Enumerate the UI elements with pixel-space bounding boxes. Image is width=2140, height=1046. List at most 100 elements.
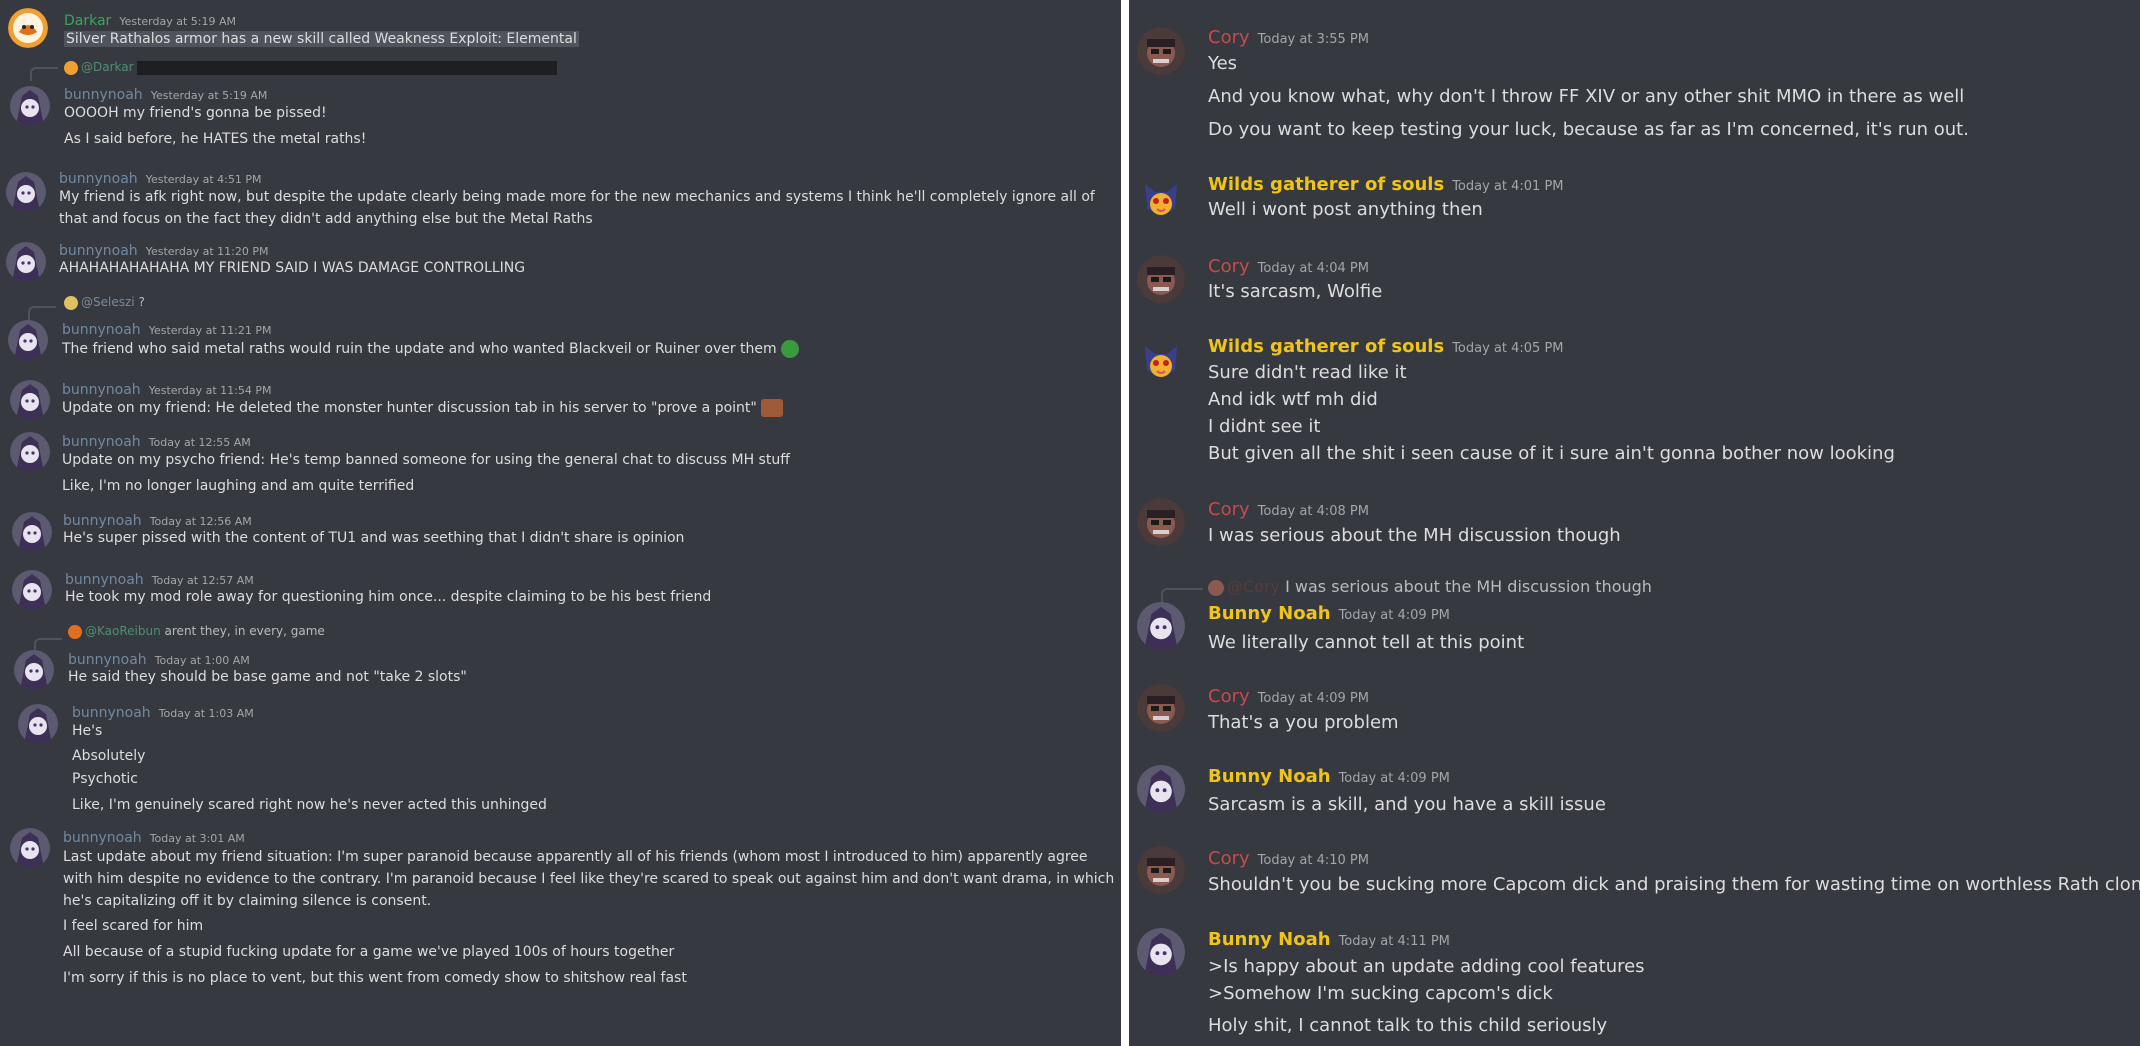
reply-connector: [30, 67, 58, 81]
username[interactable]: Cory: [1208, 256, 1250, 277]
reply-mention[interactable]: @KaoReibun: [85, 624, 161, 638]
username[interactable]: Bunny Noah: [1208, 929, 1331, 950]
username[interactable]: bunnynoah: [62, 434, 141, 450]
username[interactable]: bunnynoah: [65, 572, 144, 588]
username[interactable]: Bunny Noah: [1208, 603, 1331, 624]
message-text: Update on my friend: He deleted the mons…: [62, 399, 784, 417]
timestamp: Today at 4:04 PM: [1257, 261, 1369, 276]
bunnynoah-avatar[interactable]: [6, 242, 46, 282]
wilds-avatar[interactable]: [1137, 174, 1185, 222]
username[interactable]: bunnynoah: [62, 382, 141, 398]
reply-text: I was serious about the MH discussion th…: [1285, 577, 1652, 596]
username[interactable]: bunnynoah: [68, 652, 147, 668]
bunnynoah-avatar[interactable]: [10, 432, 50, 472]
message-text: OOOOH my friend's gonna be pissed!: [64, 105, 327, 121]
darkar-avatar[interactable]: [8, 8, 48, 48]
bunny-noah-avatar[interactable]: [1137, 602, 1185, 650]
timestamp: Today at 1:03 AM: [158, 707, 254, 720]
message-text: Silver Rathalos armor has a new skill ca…: [64, 31, 579, 47]
bunnynoah-avatar[interactable]: [10, 828, 50, 868]
username[interactable]: bunnynoah: [63, 830, 142, 846]
message-text: My friend is afk right now, but despite …: [59, 189, 1095, 227]
laughing-emoji-icon[interactable]: [781, 340, 800, 358]
message-text: Shouldn't you be sucking more Capcom dic…: [1208, 874, 2140, 895]
username[interactable]: bunnynoah: [63, 513, 142, 529]
cory-avatar[interactable]: [1137, 255, 1185, 303]
reply-mention[interactable]: @Darkar: [81, 60, 134, 74]
timestamp: Today at 4:10 PM: [1257, 853, 1369, 868]
message-text: Well i wont post anything then: [1208, 199, 1483, 220]
username[interactable]: bunnynoah: [59, 171, 138, 187]
message-text: As I said before, he HATES the metal rat…: [64, 131, 367, 147]
timestamp: Yesterday at 5:19 AM: [119, 15, 236, 28]
timestamp: Today at 4:11 PM: [1338, 934, 1450, 949]
timestamp: Today at 1:00 AM: [154, 654, 250, 667]
timestamp: Today at 4:01 PM: [1452, 179, 1564, 194]
reply-avatar: [64, 295, 78, 310]
reaction-emoji-icon[interactable]: [761, 399, 784, 417]
message-text: Like, I'm genuinely scared right now he'…: [72, 797, 547, 813]
bunnynoah-avatar[interactable]: [10, 86, 50, 126]
message-text: He took my mod role away for questioning…: [65, 589, 712, 605]
cory-avatar[interactable]: [1137, 846, 1185, 894]
timestamp: Today at 4:09 PM: [1257, 691, 1369, 706]
timestamp: Yesterday at 11:54 PM: [148, 384, 272, 397]
username[interactable]: bunnynoah: [59, 243, 138, 259]
reply-mention[interactable]: @Seleszi: [81, 295, 135, 309]
message-text: Absolutely: [72, 748, 146, 764]
message-text: Like, I'm no longer laughing and am quit…: [62, 478, 415, 494]
username[interactable]: Cory: [1208, 27, 1250, 48]
message-text: And idk wtf mh did: [1208, 389, 1378, 410]
username[interactable]: Cory: [1208, 686, 1250, 707]
username[interactable]: bunnynoah: [62, 322, 141, 338]
timestamp: Today at 3:55 PM: [1257, 32, 1369, 47]
message-text: Sure didn't read like it: [1208, 362, 1407, 383]
reply-avatar: [1208, 579, 1224, 596]
username[interactable]: bunnynoah: [72, 705, 151, 721]
timestamp: Today at 12:56 AM: [149, 515, 252, 528]
reply-text: ?: [138, 295, 145, 309]
reply-avatar: [68, 624, 82, 639]
message-text: I'm sorry if this is no place to vent, b…: [63, 970, 687, 986]
cory-avatar[interactable]: [1137, 684, 1185, 732]
message-text: Update on my psycho friend: He's temp ba…: [62, 452, 790, 468]
message-text: It's sarcasm, Wolfie: [1208, 281, 1383, 302]
timestamp: Today at 4:05 PM: [1452, 341, 1564, 356]
message-text: Holy shit, I cannot talk to this child s…: [1208, 1015, 1608, 1036]
bunny-noah-avatar[interactable]: [1137, 765, 1185, 813]
bunnynoah-avatar[interactable]: [14, 650, 54, 690]
reply-preview[interactable]: @Cory I was serious about the MH discuss…: [1208, 577, 1652, 596]
reply-connector: [28, 306, 56, 320]
message-text: We literally cannot tell at this point: [1208, 632, 1525, 653]
reply-preview[interactable]: @Darkar: [64, 60, 558, 75]
bunnynoah-avatar[interactable]: [12, 570, 52, 610]
message-text: And you know what, why don't I throw FF …: [1208, 86, 1965, 107]
cory-avatar[interactable]: [1137, 498, 1185, 546]
username[interactable]: bunnynoah: [64, 87, 143, 103]
wilds-avatar[interactable]: [1137, 336, 1185, 384]
bunnynoah-avatar[interactable]: [8, 320, 48, 360]
bunnynoah-avatar[interactable]: [18, 704, 58, 744]
reply-preview[interactable]: @Seleszi ?: [64, 295, 145, 310]
reply-mention[interactable]: @Cory: [1227, 577, 1280, 596]
timestamp: Yesterday at 5:19 AM: [150, 89, 268, 102]
message-text: I didnt see it: [1208, 416, 1321, 437]
username[interactable]: Darkar: [64, 13, 111, 29]
bunnynoah-avatar[interactable]: [12, 512, 52, 552]
left-chat-panel: Darkar Yesterday at 5:19 AM Silver Rathal…: [0, 0, 1121, 1046]
username[interactable]: Cory: [1208, 499, 1250, 520]
username[interactable]: Bunny Noah: [1208, 766, 1331, 787]
bunnynoah-avatar[interactable]: [6, 172, 46, 212]
bunnynoah-avatar[interactable]: [10, 380, 50, 420]
username[interactable]: Wilds gatherer of souls: [1208, 336, 1444, 357]
cory-avatar[interactable]: [1137, 27, 1185, 75]
reply-avatar: [64, 60, 78, 75]
username[interactable]: Cory: [1208, 848, 1250, 869]
reply-preview[interactable]: @KaoReibun arent they, in every, game: [68, 624, 325, 639]
message-text: All because of a stupid fucking update f…: [63, 944, 675, 960]
username[interactable]: Wilds gatherer of souls: [1208, 174, 1444, 195]
right-chat-panel: Cory Today at 3:55 PM Yes And you know wh…: [1129, 0, 2140, 1046]
message-text: AHAHAHAHAHAHA MY FRIEND SAID I WAS DAMAG…: [59, 260, 526, 276]
bunny-noah-avatar[interactable]: [1137, 928, 1185, 976]
reply-text: arent they, in every, game: [164, 624, 325, 638]
